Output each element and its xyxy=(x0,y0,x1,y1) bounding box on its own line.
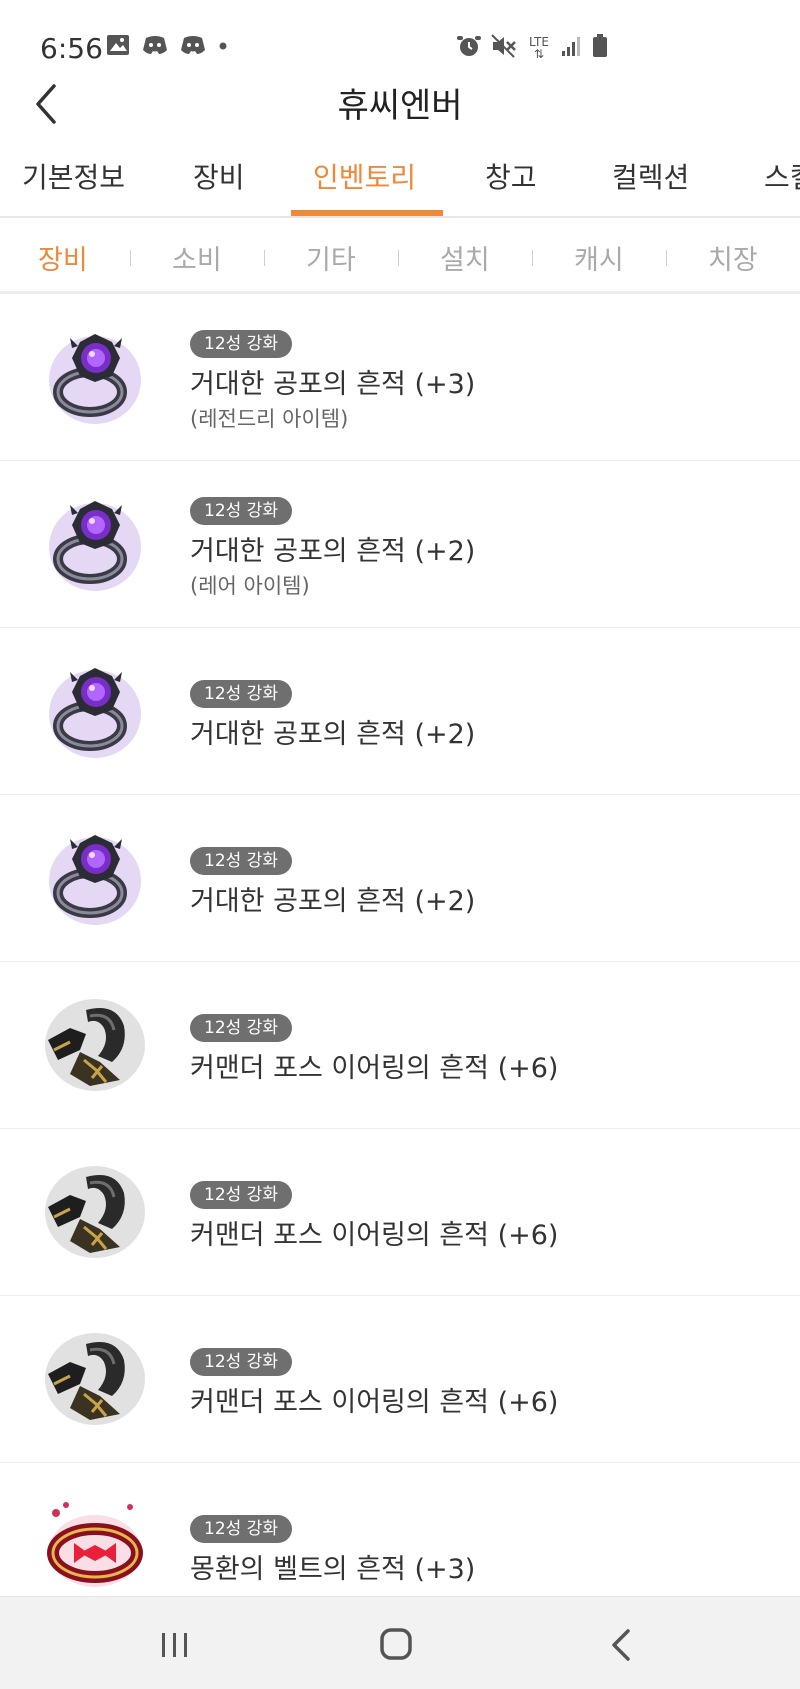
star-force-badge: 12성 강화 xyxy=(190,680,292,708)
tab-inventory[interactable]: 인벤토리 xyxy=(313,156,416,216)
item-name: 몽환의 벨트의 흔적 (+3) xyxy=(190,1554,476,1585)
dot-icon xyxy=(218,34,228,60)
discord-icon xyxy=(142,34,168,60)
item-text: 12성 강화 거대한 공포의 흔적 (+2) xyxy=(190,680,475,751)
battery-icon xyxy=(592,34,608,62)
earring-icon xyxy=(40,990,150,1100)
subtab-setup[interactable]: 설치 xyxy=(440,238,490,277)
status-left-icons xyxy=(106,34,228,60)
ring-icon xyxy=(40,322,150,432)
subtab-separator xyxy=(532,250,533,266)
star-force-badge: 12성 강화 xyxy=(190,1348,292,1376)
active-tab-indicator xyxy=(291,210,443,216)
tab-basic-info[interactable]: 기본정보 xyxy=(22,156,125,216)
item-text: 12성 강화 커맨더 포스 이어링의 흔적 (+6) xyxy=(190,1014,558,1085)
subtab-etc[interactable]: 기타 xyxy=(306,238,356,277)
recent-apps-button[interactable] xyxy=(144,1623,204,1667)
back-icon xyxy=(612,1629,630,1661)
image-icon xyxy=(106,34,130,60)
page-title: 휴씨엔버 xyxy=(337,86,463,126)
item-name: 거대한 공포의 흔적 (+3) xyxy=(190,369,476,400)
mute-icon xyxy=(491,34,517,62)
status-bar: 6:56 LTE ⇅ xyxy=(0,0,800,72)
subtab-equipment[interactable]: 장비 xyxy=(38,238,88,277)
recent-apps-icon xyxy=(162,1633,187,1657)
list-item[interactable]: 12성 강화 거대한 공포의 흔적 (+3) (레전드리 아이템) xyxy=(0,294,800,461)
sub-tabs: 장비 소비 기타 설치 캐시 치장 xyxy=(0,220,800,294)
star-force-badge: 12성 강화 xyxy=(190,847,292,875)
earring-icon xyxy=(40,1324,150,1434)
item-list: 12성 강화 거대한 공포의 흔적 (+3) (레전드리 아이템) 12성 강화… xyxy=(0,294,800,1630)
item-text: 12성 강화 거대한 공포의 흔적 (+2) xyxy=(190,847,475,918)
system-nav-bar xyxy=(0,1596,800,1689)
item-name: 거대한 공포의 흔적 (+2) xyxy=(190,536,476,567)
item-name: 거대한 공포의 흔적 (+2) xyxy=(190,719,476,750)
item-name: 커맨더 포스 이어링의 흔적 (+6) xyxy=(190,1220,559,1251)
subtab-cosmetic[interactable]: 치장 xyxy=(708,238,758,277)
system-back-button[interactable] xyxy=(592,1623,652,1667)
home-button[interactable] xyxy=(366,1623,426,1667)
star-force-badge: 12성 강화 xyxy=(190,330,292,358)
subtab-separator xyxy=(264,250,265,266)
earring-icon xyxy=(40,1157,150,1267)
ring-icon xyxy=(40,489,150,599)
item-text: 12성 강화 거대한 공포의 흔적 (+2) (레어 아이템) xyxy=(190,497,475,600)
belt-icon xyxy=(40,1491,150,1601)
tab-collection[interactable]: 컬렉션 xyxy=(612,156,689,216)
subtab-separator xyxy=(130,250,131,266)
subtab-cash[interactable]: 캐시 xyxy=(574,238,624,277)
subtab-separator xyxy=(398,250,399,266)
signal-icon xyxy=(561,35,583,61)
item-name: 커맨더 포스 이어링의 흔적 (+6) xyxy=(190,1387,559,1418)
item-grade: (레전드리 아이템) xyxy=(190,407,349,431)
subtab-separator xyxy=(666,250,667,266)
star-force-badge: 12성 강화 xyxy=(190,1515,292,1543)
list-item[interactable]: 12성 강화 거대한 공포의 흔적 (+2) xyxy=(0,795,800,962)
alarm-icon xyxy=(456,34,482,62)
item-text: 12성 강화 거대한 공포의 흔적 (+3) (레전드리 아이템) xyxy=(190,330,475,433)
home-icon xyxy=(380,1628,412,1660)
item-text: 12성 강화 커맨더 포스 이어링의 흔적 (+6) xyxy=(190,1348,558,1419)
tab-storage[interactable]: 창고 xyxy=(485,156,537,216)
item-text: 12성 강화 몽환의 벨트의 흔적 (+3) xyxy=(190,1515,475,1586)
ring-icon xyxy=(40,823,150,933)
lte-icon: LTE ⇅ xyxy=(529,35,549,61)
item-grade: (레어 아이템) xyxy=(190,574,310,598)
star-force-badge: 12성 강화 xyxy=(190,1014,292,1042)
status-right-icons: LTE ⇅ xyxy=(456,34,608,62)
item-name: 커맨더 포스 이어링의 흔적 (+6) xyxy=(190,1053,559,1084)
tab-skill[interactable]: 스킬 xyxy=(764,156,800,216)
star-force-badge: 12성 강화 xyxy=(190,497,292,525)
tab-equipment[interactable]: 장비 xyxy=(193,156,245,216)
subtab-consumable[interactable]: 소비 xyxy=(172,238,222,277)
list-item[interactable]: 12성 강화 커맨더 포스 이어링의 흔적 (+6) xyxy=(0,1129,800,1296)
star-force-badge: 12성 강화 xyxy=(190,1181,292,1209)
item-name: 거대한 공포의 흔적 (+2) xyxy=(190,886,476,917)
list-item[interactable]: 12성 강화 커맨더 포스 이어링의 흔적 (+6) xyxy=(0,962,800,1129)
item-text: 12성 강화 커맨더 포스 이어링의 흔적 (+6) xyxy=(190,1181,558,1252)
discord-icon xyxy=(180,34,206,60)
list-item[interactable]: 12성 강화 커맨더 포스 이어링의 흔적 (+6) xyxy=(0,1296,800,1463)
main-tabs: 기본정보 장비 인벤토리 창고 컬렉션 스킬 xyxy=(0,150,800,218)
list-item[interactable]: 12성 강화 거대한 공포의 흔적 (+2) xyxy=(0,628,800,795)
status-time: 6:56 xyxy=(40,32,103,65)
list-item[interactable]: 12성 강화 거대한 공포의 흔적 (+2) (레어 아이템) xyxy=(0,461,800,628)
app-header: 휴씨엔버 xyxy=(0,70,800,142)
ring-icon xyxy=(40,656,150,766)
